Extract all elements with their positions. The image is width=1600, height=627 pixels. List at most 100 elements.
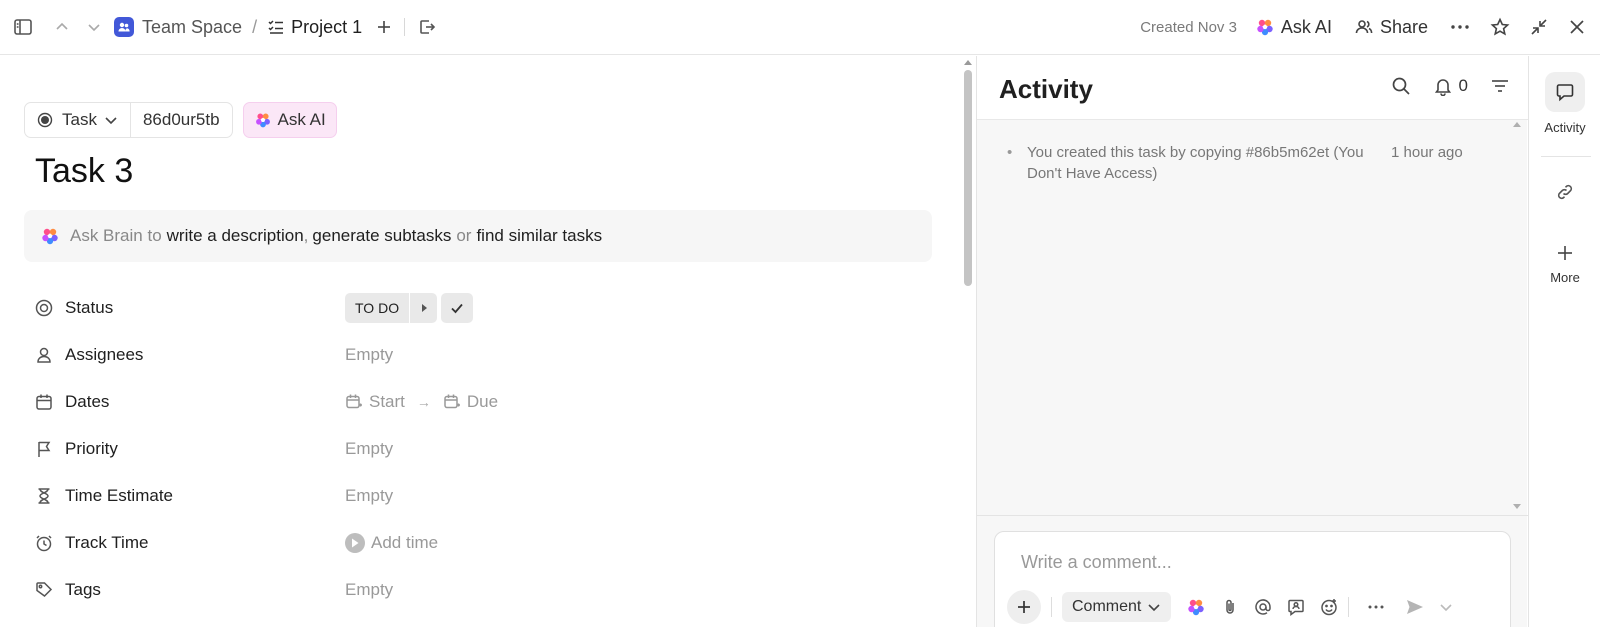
activity-entry-time: 1 hour ago	[1391, 144, 1463, 161]
chevron-down-icon	[105, 117, 117, 125]
due-date-label: Due	[466, 391, 499, 411]
property-priority: Priority Empty	[34, 425, 934, 472]
activity-panel: Activity 0 • You created this task by co…	[976, 56, 1528, 627]
calendar-icon	[34, 393, 54, 411]
brain-comma: ,	[303, 226, 309, 245]
activity-header: Activity 0	[977, 56, 1528, 120]
close-icon[interactable]	[1568, 18, 1586, 36]
filter-icon[interactable]	[1490, 76, 1510, 96]
sidebar-toggle-icon[interactable]	[12, 16, 34, 38]
rail-links[interactable]	[1529, 182, 1600, 202]
status-icon	[34, 299, 54, 317]
attachment-icon[interactable]	[1221, 598, 1239, 616]
check-icon	[451, 303, 463, 313]
send-icon[interactable]	[1405, 597, 1425, 617]
property-status: Status TO DO	[34, 284, 934, 331]
track-time-label-text: Track Time	[65, 532, 149, 552]
breadcrumb-current[interactable]: Project 1	[291, 17, 362, 38]
chevron-down-icon[interactable]	[86, 19, 102, 35]
start-date-button[interactable]: Start	[345, 392, 405, 412]
hourglass-icon	[34, 487, 54, 505]
property-assignees: Assignees Empty	[34, 331, 934, 378]
chevron-down-icon[interactable]	[1439, 600, 1453, 614]
scroll-up-arrow[interactable]	[964, 60, 972, 65]
mention-icon[interactable]	[1254, 598, 1272, 616]
scroll-thumb[interactable]	[964, 70, 972, 286]
activity-scroll-down[interactable]	[1513, 504, 1521, 509]
main-scrollbar[interactable]	[964, 58, 972, 627]
task-ask-ai-label: Ask AI	[277, 110, 326, 129]
comment-type-dropdown[interactable]: Comment	[1062, 592, 1172, 622]
add-time-button[interactable]: Add time	[345, 532, 438, 553]
ask-brain-prefix: Ask Brain to	[70, 226, 162, 245]
task-detail-pane: Task 86d0ur5tb Ask AI Task 3 Ask Brain t…	[0, 56, 960, 627]
task-type-row: Task 86d0ur5tb Ask AI	[24, 102, 337, 138]
tags-label-text: Tags	[65, 579, 101, 599]
bell-icon[interactable]: 0	[1433, 76, 1468, 96]
activity-entry-text: You created this task by copying #86b5m6…	[1027, 144, 1364, 182]
emoji-icon[interactable]	[1320, 598, 1338, 616]
assignees-value[interactable]: Empty	[345, 345, 393, 365]
ai-sparkle-icon	[42, 228, 58, 245]
activity-title: Activity	[999, 74, 1093, 104]
ask-ai-label: Ask AI	[1280, 16, 1332, 37]
priority-value[interactable]: Empty	[345, 439, 393, 459]
status-value[interactable]: TO DO	[345, 293, 409, 323]
task-id-button[interactable]: 86d0ur5tb	[129, 103, 232, 137]
task-ask-ai-button[interactable]: Ask AI	[242, 102, 337, 138]
comment-type-label: Comment	[1072, 598, 1142, 615]
share-button[interactable]: Share	[1354, 17, 1428, 38]
task-type-button[interactable]: Task	[25, 103, 130, 137]
activity-scroll-up[interactable]	[1513, 122, 1521, 127]
status-pill[interactable]: TO DO	[345, 292, 438, 323]
topbar-right: Created Nov 3 Ask AI Share	[1140, 0, 1600, 54]
complete-check-button[interactable]	[441, 292, 474, 323]
breadcrumb-space[interactable]: Team Space	[142, 17, 242, 38]
activity-entry: • You created this task by copying #86b5…	[1007, 142, 1497, 184]
assignees-label-text: Assignees	[65, 344, 144, 364]
move-out-icon[interactable]	[417, 17, 437, 37]
flag-icon	[34, 440, 54, 458]
chevron-up-icon[interactable]	[54, 19, 70, 35]
ask-ai-button[interactable]: Ask AI	[1255, 17, 1332, 38]
search-icon[interactable]	[1391, 76, 1411, 96]
write-description-link[interactable]: write a description	[167, 226, 304, 246]
rail-more[interactable]: More	[1529, 244, 1600, 285]
rail-more-label: More	[1550, 270, 1580, 285]
toolbar-divider	[1348, 597, 1350, 617]
ai-sparkle-icon[interactable]	[1186, 597, 1206, 617]
calendar-add-icon	[444, 394, 460, 408]
calendar-add-icon	[346, 394, 362, 408]
breadcrumb-separator: /	[252, 16, 258, 37]
time-estimate-value[interactable]: Empty	[345, 486, 393, 506]
comment-add-button[interactable]	[1007, 590, 1041, 624]
collapse-icon[interactable]	[1530, 18, 1548, 36]
tags-value[interactable]: Empty	[345, 580, 393, 600]
ai-sparkle-icon	[1257, 19, 1273, 36]
task-properties: Status TO DO Assignees Empty Dates Start…	[34, 284, 934, 613]
status-label-text: Status	[65, 297, 114, 317]
more-icon[interactable]	[1367, 604, 1385, 610]
plus-icon	[1558, 246, 1572, 260]
start-date-label: Start	[369, 391, 405, 411]
toolbar-divider	[1051, 597, 1052, 617]
task-id: 86d0ur5tb	[142, 110, 220, 129]
find-similar-tasks-link[interactable]: find similar tasks	[476, 226, 602, 246]
assign-comment-icon[interactable]	[1287, 598, 1305, 616]
status-next-icon[interactable]	[409, 292, 437, 323]
star-icon[interactable]	[1490, 17, 1510, 37]
task-title[interactable]: Task 3	[35, 152, 133, 191]
topbar-left: Team Space / Project 1	[12, 0, 437, 54]
breadcrumb: Team Space / Project 1	[114, 17, 437, 38]
due-date-button[interactable]: Due	[443, 392, 498, 412]
generate-subtasks-link[interactable]: generate subtasks	[312, 226, 451, 246]
rail-activity[interactable]: Activity	[1529, 72, 1600, 135]
comment-input[interactable]: Write a comment...	[1021, 552, 1172, 573]
add-icon[interactable]	[376, 19, 392, 35]
rail-divider	[1541, 156, 1591, 157]
tag-icon	[34, 581, 54, 599]
rail-activity-button[interactable]	[1545, 72, 1585, 112]
list-icon	[267, 18, 285, 36]
rail-activity-label: Activity	[1544, 120, 1586, 135]
more-icon[interactable]	[1450, 24, 1470, 30]
